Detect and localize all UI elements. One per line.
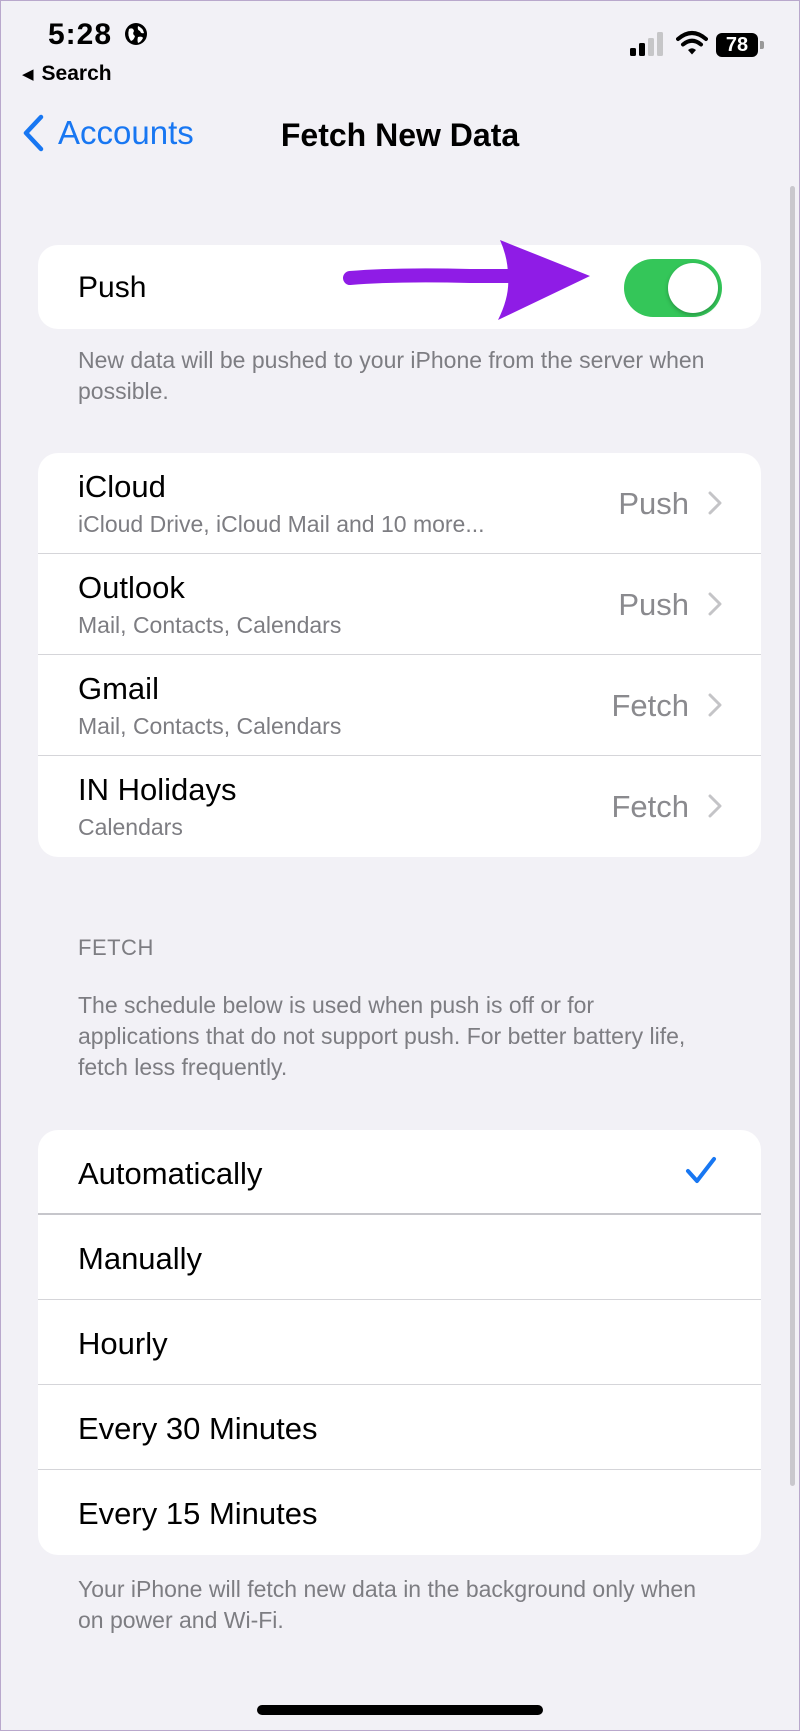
accounts-group: iCloud iCloud Drive, iCloud Mail and 10 … [38,453,761,857]
account-subtitle: Calendars [78,814,183,840]
account-subtitle: iCloud Drive, iCloud Mail and 10 more... [78,511,485,537]
account-subtitle: Mail, Contacts, Calendars [78,612,342,638]
account-schedule-value: Fetch [611,688,689,723]
return-to-app-link[interactable]: ◀ Search [22,62,112,86]
account-name: iCloud [78,469,166,504]
account-schedule-value: Fetch [611,789,689,824]
chevron-right-icon [708,693,722,717]
push-footnote: New data will be pushed to your iPhone f… [78,347,705,404]
fetch-option-label: Automatically [78,1156,263,1191]
page-title: Fetch New Data [0,117,800,154]
back-triangle-icon: ◀ [22,66,34,83]
account-row-in-holidays[interactable]: IN Holidays Calendars Fetch [38,756,761,857]
wifi-icon [676,31,708,55]
chevron-right-icon [708,592,722,616]
status-time: 5:28 [48,18,113,51]
push-toggle[interactable] [624,259,722,317]
fetch-option-hourly[interactable]: Hourly [38,1300,761,1385]
fetch-option-label: Every 30 Minutes [78,1411,318,1446]
fetch-footnote: Your iPhone will fetch new data in the b… [78,1576,697,1633]
scrollbar[interactable] [790,186,795,1486]
fetch-description: The schedule below is used when push is … [78,992,686,1080]
push-toggle-knob [668,263,718,313]
push-label: Push [78,271,147,304]
fetch-section-header: FETCH [78,935,154,960]
battery-icon: 78 [716,33,764,57]
account-schedule-value: Push [618,587,689,622]
fetch-option-automatically[interactable]: Automatically [38,1130,761,1215]
fetch-option-label: Hourly [78,1326,168,1361]
fetch-option-every-30-minutes[interactable]: Every 30 Minutes [38,1385,761,1470]
globe-icon [125,23,147,45]
fetch-option-label: Every 15 Minutes [78,1496,318,1531]
checkmark-icon [686,1157,716,1183]
battery-level: 78 [725,34,749,56]
chevron-right-icon [708,491,722,515]
page-title-text: Fetch New Data [280,117,520,153]
account-subtitle: Mail, Contacts, Calendars [78,713,342,739]
return-app-label: Search [41,62,112,85]
fetch-option-manually[interactable]: Manually [38,1215,761,1300]
fetch-options-group: Automatically Manually Hourly Every 30 M… [38,1130,761,1555]
account-row-icloud[interactable]: iCloud iCloud Drive, iCloud Mail and 10 … [38,453,761,554]
account-row-gmail[interactable]: Gmail Mail, Contacts, Calendars Fetch [38,655,761,756]
account-name: Gmail [78,671,159,706]
annotation-arrow [343,240,590,320]
fetch-option-every-15-minutes[interactable]: Every 15 Minutes [38,1470,761,1555]
account-row-outlook[interactable]: Outlook Mail, Contacts, Calendars Push [38,554,761,655]
account-name: Outlook [78,570,185,605]
fetch-option-label: Manually [78,1241,203,1276]
account-name: IN Holidays [78,772,237,807]
cellular-signal-icon [630,32,663,56]
account-schedule-value: Push [618,486,689,521]
chevron-right-icon [708,794,722,818]
home-indicator[interactable] [257,1705,543,1715]
